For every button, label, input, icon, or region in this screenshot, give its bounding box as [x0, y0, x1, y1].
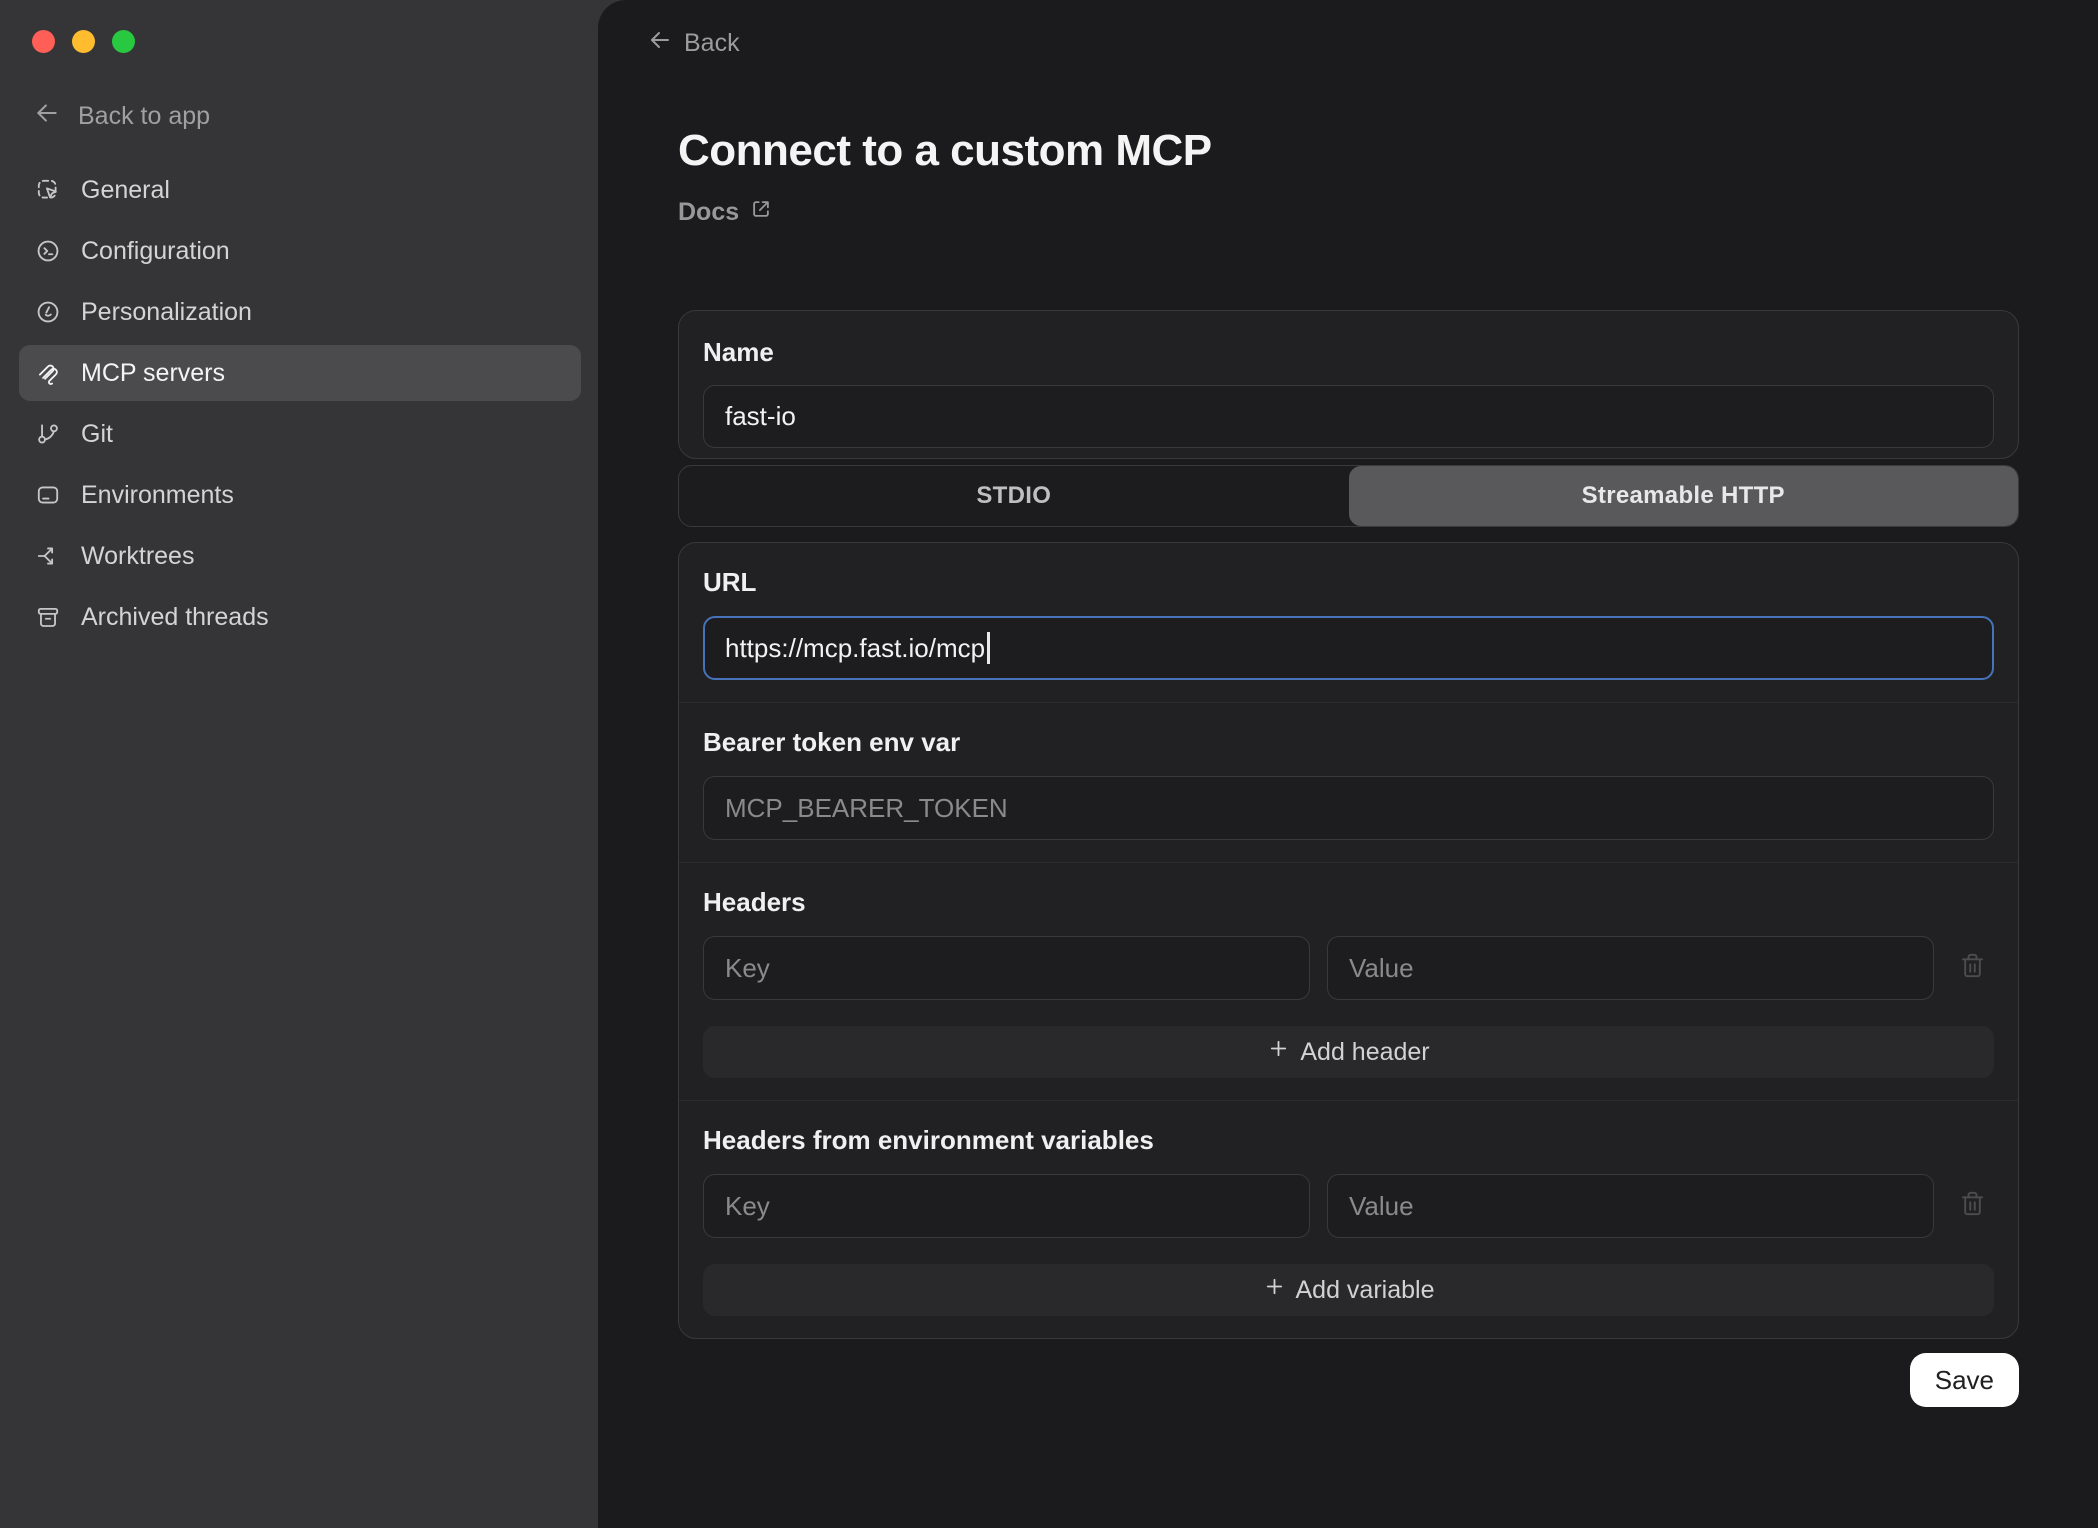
- sidebar-item-configuration[interactable]: Configuration: [19, 223, 581, 279]
- header-key-input[interactable]: [703, 936, 1310, 1000]
- sidebar-item-label: Git: [81, 420, 113, 449]
- archive-icon: [35, 604, 61, 630]
- docs-link-label: Docs: [678, 198, 739, 227]
- connection-card: URL https://mcp.fast.io/mcp Bearer token…: [678, 542, 2019, 1339]
- text-cursor: [987, 632, 990, 664]
- clock-icon: [35, 299, 61, 325]
- sidebar-item-label: Personalization: [81, 298, 252, 327]
- header-value-input[interactable]: [1327, 936, 1934, 1000]
- url-section: URL https://mcp.fast.io/mcp: [679, 543, 2018, 702]
- arrow-left-icon: [34, 100, 60, 133]
- env-header-value-input[interactable]: [1327, 1174, 1934, 1238]
- page-title: Connect to a custom MCP: [678, 128, 2019, 174]
- add-variable-label: Add variable: [1296, 1276, 1435, 1305]
- headers-section: Headers Add hea: [679, 862, 2018, 1100]
- window-controls: [32, 30, 135, 53]
- settings-sidebar: Back to app General Configuration Person: [0, 0, 598, 1528]
- sidebar-item-archived-threads[interactable]: Archived threads: [19, 589, 581, 645]
- docs-link[interactable]: Docs: [678, 198, 772, 226]
- sidebar-item-label: Environments: [81, 481, 234, 510]
- sidebar-nav: General Configuration Personalization MC…: [19, 162, 581, 650]
- split-arrows-icon: [35, 543, 61, 569]
- plus-icon: [1263, 1275, 1286, 1305]
- url-input[interactable]: https://mcp.fast.io/mcp: [703, 616, 1994, 680]
- sidebar-item-worktrees[interactable]: Worktrees: [19, 528, 581, 584]
- arrow-left-icon: [648, 28, 672, 59]
- add-header-button[interactable]: Add header: [703, 1026, 1994, 1078]
- sidebar-item-general[interactable]: General: [19, 162, 581, 218]
- git-branch-icon: [35, 421, 61, 447]
- url-input-value: https://mcp.fast.io/mcp: [725, 633, 985, 664]
- mcp-icon: [35, 360, 61, 386]
- toggle-option-stdio[interactable]: STDIO: [679, 466, 1349, 526]
- add-header-label: Add header: [1300, 1038, 1429, 1067]
- transport-toggle: STDIO Streamable HTTP: [678, 465, 2019, 527]
- zoom-window-button[interactable]: [112, 30, 135, 53]
- terminal-circle-icon: [35, 238, 61, 264]
- sidebar-item-mcp-servers[interactable]: MCP servers: [19, 345, 581, 401]
- sidebar-item-label: MCP servers: [81, 359, 225, 388]
- env-header-key-input[interactable]: [703, 1174, 1310, 1238]
- add-variable-button[interactable]: Add variable: [703, 1264, 1994, 1316]
- name-input[interactable]: [703, 385, 1994, 448]
- sidebar-item-git[interactable]: Git: [19, 406, 581, 462]
- trash-icon: [1959, 952, 1986, 984]
- main-panel: Back Connect to a custom MCP Docs Name S…: [598, 0, 2098, 1528]
- delete-env-header-button[interactable]: [1951, 1190, 1994, 1222]
- env-headers-section: Headers from environment variables: [679, 1100, 2018, 1338]
- name-card: Name: [678, 310, 2019, 459]
- back-to-app-label: Back to app: [78, 102, 210, 131]
- url-label: URL: [703, 567, 1994, 598]
- pointer-frame-icon: [35, 177, 61, 203]
- env-header-row: [703, 1174, 1994, 1238]
- bearer-token-label: Bearer token env var: [703, 727, 1994, 758]
- save-row: Save: [678, 1353, 2019, 1407]
- mcp-form: Connect to a custom MCP Docs Name STDIO …: [678, 0, 2019, 1407]
- minimize-window-button[interactable]: [72, 30, 95, 53]
- name-label: Name: [703, 337, 1994, 368]
- app-window: Back to app General Configuration Person: [0, 0, 2098, 1528]
- env-headers-label: Headers from environment variables: [703, 1125, 1994, 1156]
- save-button[interactable]: Save: [1910, 1353, 2019, 1407]
- toggle-option-streamable-http[interactable]: Streamable HTTP: [1349, 466, 2019, 526]
- trash-icon: [1959, 1190, 1986, 1222]
- sidebar-item-personalization[interactable]: Personalization: [19, 284, 581, 340]
- sidebar-item-environments[interactable]: Environments: [19, 467, 581, 523]
- sidebar-item-label: Worktrees: [81, 542, 194, 571]
- sidebar-item-label: General: [81, 176, 170, 205]
- headers-label: Headers: [703, 887, 1994, 918]
- sidebar-item-label: Configuration: [81, 237, 230, 266]
- close-window-button[interactable]: [32, 30, 55, 53]
- external-link-icon: [750, 198, 772, 227]
- window-icon: [35, 482, 61, 508]
- header-row: [703, 936, 1994, 1000]
- plus-icon: [1267, 1037, 1290, 1067]
- bearer-token-input[interactable]: [703, 776, 1994, 840]
- bearer-token-section: Bearer token env var: [679, 702, 2018, 862]
- back-to-app-link[interactable]: Back to app: [34, 100, 210, 132]
- delete-header-button[interactable]: [1951, 952, 1994, 984]
- sidebar-item-label: Archived threads: [81, 603, 269, 632]
